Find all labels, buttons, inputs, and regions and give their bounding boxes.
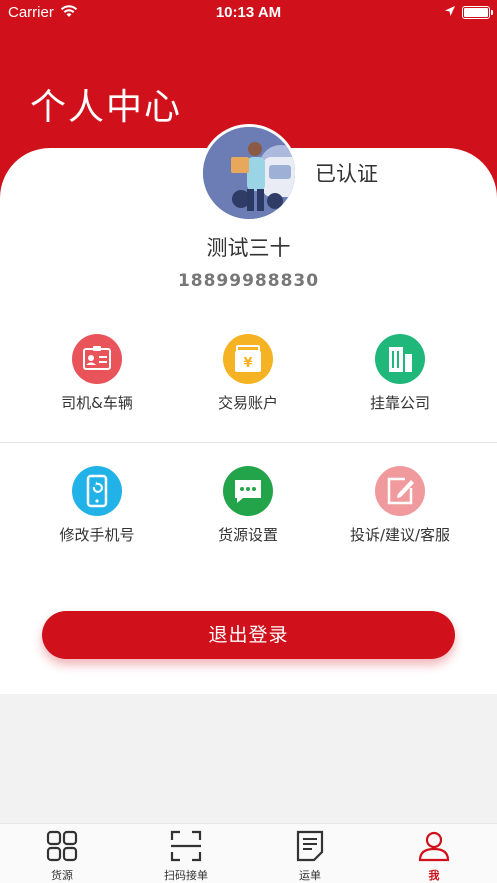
logout-button[interactable]: 退出登录: [42, 611, 455, 659]
menu-item-affiliated-company[interactable]: 挂靠公司: [320, 334, 480, 424]
grid-icon: [46, 830, 78, 862]
phone-icon: [72, 466, 122, 516]
tab-label: 我: [428, 869, 440, 882]
tab-label: 扫码接单: [164, 869, 208, 882]
menu-label: 货源设置: [217, 526, 278, 544]
edit-icon: [375, 466, 425, 516]
tab-cargo[interactable]: 货源: [0, 824, 124, 883]
document-icon: [296, 830, 324, 862]
menu-item-feedback-service[interactable]: 投诉/建议/客服: [320, 466, 480, 556]
scan-icon: [170, 830, 202, 862]
menu-label: 交易账户: [217, 394, 278, 412]
menu-item-cargo-settings[interactable]: 货源设置: [168, 466, 328, 556]
page-title: 个人中心: [30, 87, 183, 128]
user-icon: [418, 831, 450, 862]
tab-label: 货源: [51, 869, 73, 882]
tab-me[interactable]: 我: [372, 824, 496, 883]
menu-label: 司机&车辆: [61, 394, 133, 412]
tab-waybill[interactable]: 运单: [248, 824, 372, 883]
chat-icon: [223, 466, 273, 516]
menu-label: 投诉/建议/客服: [349, 526, 451, 544]
tab-label: 运单: [299, 869, 321, 882]
status-time: 10:13 AM: [215, 4, 282, 21]
tab-scan-order[interactable]: 扫码接单: [124, 824, 248, 883]
battery-icon: [462, 6, 493, 19]
menu-item-trade-account[interactable]: ¥ 交易账户: [168, 334, 328, 424]
menu-item-driver-vehicle[interactable]: 司机&车辆: [17, 334, 177, 424]
building-icon: [375, 334, 425, 384]
menu-label: 修改手机号: [59, 526, 135, 544]
avatar[interactable]: [200, 124, 298, 222]
divider: [0, 442, 497, 443]
user-name: 测试三十: [206, 236, 291, 260]
svg-text:¥: ¥: [243, 356, 252, 371]
wallet-icon: ¥: [223, 334, 273, 384]
verified-label: 已认证: [315, 162, 378, 186]
id-card-icon: [72, 334, 122, 384]
menu-label: 挂靠公司: [369, 394, 430, 412]
menu-item-change-phone[interactable]: 修改手机号: [17, 466, 177, 556]
user-phone: 18899988830: [177, 271, 320, 291]
tab-bar: 货源 扫码接单 运单 我: [0, 823, 497, 883]
status-bar: Carrier 10:13 AM: [0, 0, 497, 26]
location-arrow-icon: [445, 6, 455, 16]
